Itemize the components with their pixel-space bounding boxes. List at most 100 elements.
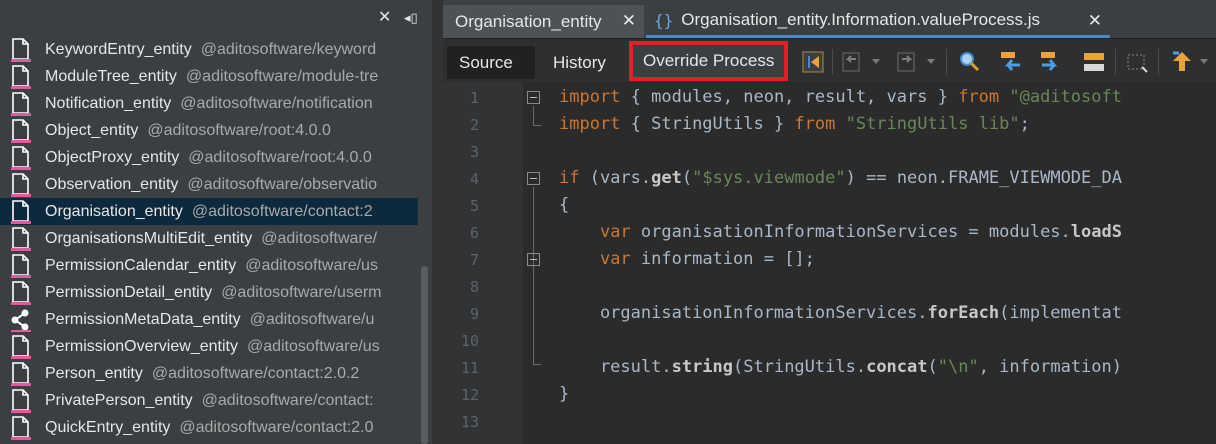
line-number: 1: [469, 89, 479, 107]
tree-item-name: PermissionOverview_entity: [45, 337, 238, 355]
code-token: "StringUtils lib": [835, 114, 1020, 134]
code-token: { StringUtils }: [620, 114, 795, 134]
tree-item-package: @aditosoftware/us: [245, 256, 378, 274]
fold-toggle-icon[interactable]: [527, 172, 540, 185]
tree-item[interactable]: Person_entity @aditosoftware/contact:2.0.…: [0, 360, 418, 387]
tree-item[interactable]: Organisation_entity @aditosoftware/contac…: [0, 198, 418, 225]
history-button[interactable]: History: [541, 46, 618, 79]
tree-item-package: @aditosoftware/userm: [221, 283, 382, 301]
select-rectangle-icon[interactable]: [1124, 49, 1150, 75]
find-previous-icon[interactable]: [998, 49, 1024, 75]
code-token: concat: [866, 357, 928, 377]
tree-item-name: PermissionDetail_entity: [45, 283, 213, 301]
last-edit-icon[interactable]: [800, 49, 826, 75]
code-editor[interactable]: 1 2 3 4 5 6 7 8 9 10 11 12 13 import { modules, neon…: [443, 82, 1216, 444]
close-tab-icon[interactable]: ✕: [1088, 11, 1102, 31]
line-number: 12: [460, 386, 479, 404]
editor-area: Organisation_entity ✕ {} Organisation_en…: [443, 0, 1216, 444]
toolbar-separator: [832, 49, 833, 75]
file-icon: [11, 64, 31, 89]
minimize-panel-button[interactable]: ◂▯: [404, 10, 418, 26]
code-token: (: [927, 357, 938, 377]
code-token: if: [559, 168, 580, 188]
js-file-icon: {}: [654, 10, 674, 30]
find-icon[interactable]: [956, 49, 982, 75]
tree-item[interactable]: Object_entity @aditosoftware/root:4.0.0: [0, 117, 418, 144]
line-number: 11: [460, 359, 479, 377]
code-token: "@aditosoft: [999, 87, 1122, 107]
tree-item[interactable]: PermissionDetail_entity @aditosoftware/us…: [0, 279, 418, 306]
panel-splitter[interactable]: [432, 0, 443, 444]
code-token: organisationInformationServices = module…: [630, 222, 1071, 242]
tree-item-name: QuickEntry_entity: [45, 418, 171, 436]
tree-item[interactable]: KeywordEntry_entity @aditosoftware/keywor…: [0, 36, 418, 63]
tab-label: Organisation_entity.Information.valuePro…: [681, 10, 1041, 29]
close-panel-button[interactable]: ✕: [378, 7, 391, 27]
forward-icon[interactable]: [894, 49, 920, 75]
back-dropdown-icon[interactable]: [872, 59, 880, 64]
tree-item-package: @aditosoftware/notification: [180, 94, 373, 112]
code-line: import { modules, neon, result, vars } f…: [559, 87, 1122, 107]
fold-guide: [533, 106, 534, 126]
project-panel-header: ✕ ◂▯: [0, 0, 432, 34]
code-token: (vars.: [579, 168, 652, 188]
shift-dropdown-icon[interactable]: [1200, 59, 1208, 64]
tree-item[interactable]: Observation_entity @aditosoftware/observa…: [0, 171, 418, 198]
tree-item-package: @aditosoftware/root:4.0.0: [188, 148, 372, 166]
tree-item[interactable]: PermissionOverview_entity @aditosoftware/…: [0, 333, 418, 360]
tree-item-name: OrganisationsMultiEdit_entity: [45, 229, 253, 247]
code-token: string: [671, 357, 734, 377]
code-line: organisationInformationServices.forEach(…: [559, 303, 1122, 323]
code-line: var information = [];: [559, 249, 815, 269]
find-next-icon[interactable]: [1038, 49, 1064, 75]
line-number: 4: [469, 170, 479, 188]
tree-item-package: @aditosoftware/module-tre: [185, 67, 379, 85]
tree-item[interactable]: ObjectProxy_entity @aditosoftware/root:4.…: [0, 144, 418, 171]
toggle-highlight-icon[interactable]: [1081, 49, 1107, 75]
close-tab-icon[interactable]: ✕: [622, 11, 636, 31]
back-icon[interactable]: [839, 49, 865, 75]
file-icon: [11, 388, 31, 413]
tree-item-name: Person_entity: [45, 364, 143, 382]
file-icon: [11, 118, 31, 143]
shift-up-icon[interactable]: [1169, 49, 1195, 75]
share-icon: [11, 309, 31, 332]
tree-item[interactable]: OrganisationsMultiEdit_entity @aditosoftw…: [0, 225, 418, 252]
code-token: { modules, neon, result, vars }: [620, 87, 959, 107]
tree-item-package: @aditosoftware/contact:2: [191, 202, 373, 220]
forward-dropdown-icon[interactable]: [927, 59, 935, 64]
code-token: information = [];: [630, 249, 815, 269]
code-token: {: [559, 195, 570, 215]
code-line: result.string(StringUtils.concat("\n", i…: [559, 357, 1122, 377]
tree-scrollbar[interactable]: [419, 36, 430, 444]
tree-item-name: ObjectProxy_entity: [45, 148, 180, 166]
tab-organisation-entity[interactable]: Organisation_entity ✕: [443, 5, 644, 38]
override-process-button[interactable]: Override Process: [629, 41, 789, 81]
tree-item[interactable]: PrivatePerson_entity @aditosoftware/conta…: [0, 387, 418, 414]
tree-item[interactable]: PermissionCalendar_entity @aditosoftware/…: [0, 252, 418, 279]
scrollbar-thumb[interactable]: [421, 266, 428, 444]
line-number: 9: [469, 305, 479, 323]
tree-item[interactable]: Notification_entity @aditosoftware/notifi…: [0, 90, 418, 117]
tree-item-name: PermissionMetaData_entity: [45, 310, 241, 328]
code-line: import { StringUtils } from "StringUtils…: [559, 114, 1030, 134]
code-token: from: [958, 87, 1000, 107]
tree-item-name: KeywordEntry_entity: [45, 40, 192, 58]
file-icon: [11, 226, 31, 251]
tree-item[interactable]: PermissionMetaData_entity @aditosoftware/…: [0, 306, 418, 333]
line-number: 3: [469, 143, 479, 161]
code-token: "$sys.viewmode": [692, 168, 846, 188]
file-icon: [11, 361, 31, 386]
tree-item[interactable]: QuickEntry_entity @aditosoftware/contact:…: [0, 414, 418, 441]
editor-tab-bar: Organisation_entity ✕ {} Organisation_en…: [443, 0, 1216, 38]
source-button[interactable]: Source: [447, 46, 535, 79]
fold-toggle-icon[interactable]: [527, 91, 540, 104]
tab-value-process-js[interactable]: {} Organisation_entity.Information.value…: [646, 5, 1110, 38]
fold-toggle-icon[interactable]: [527, 253, 540, 266]
tree-item[interactable]: ModuleTree_entity @aditosoftware/module-t…: [0, 63, 418, 90]
code-line: {: [559, 195, 569, 215]
tree-item-package: @aditosoftware/keyword: [200, 40, 377, 58]
tree-item-name: Object_entity: [45, 121, 139, 139]
tree-item-name: ModuleTree_entity: [45, 67, 177, 85]
